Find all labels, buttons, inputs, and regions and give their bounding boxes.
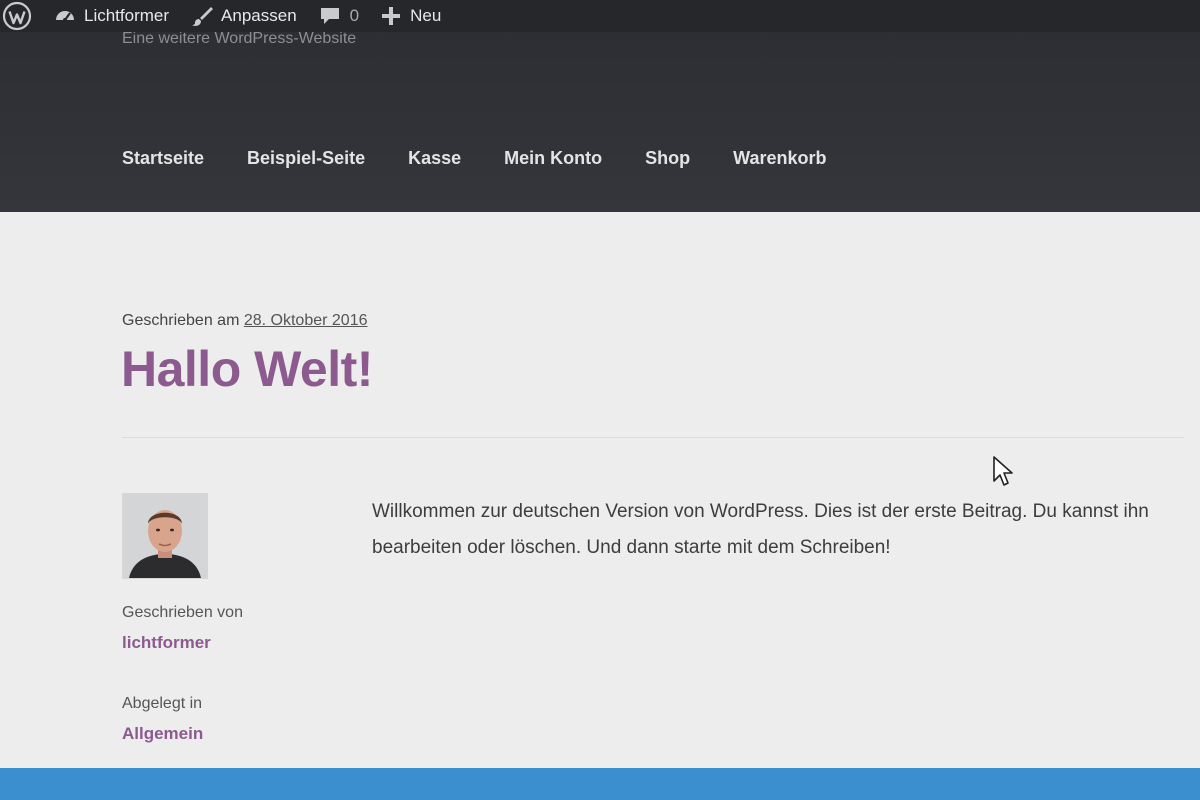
category-link[interactable]: Allgemein xyxy=(122,724,203,744)
author-photo xyxy=(123,494,207,578)
comments-button[interactable]: 0 xyxy=(309,0,371,32)
wordpress-logo-icon xyxy=(2,1,32,31)
paintbrush-icon xyxy=(192,7,214,26)
dashboard-gauge-icon xyxy=(56,11,74,22)
footer-bar xyxy=(0,768,1200,800)
posted-prefix: Geschrieben am xyxy=(122,312,240,329)
page: Eine weitere WordPress-Website Startseit… xyxy=(0,0,1200,800)
main-navigation: Startseite Beispiel-Seite Kasse Mein Kon… xyxy=(122,148,869,169)
nav-item-kasse[interactable]: Kasse xyxy=(408,148,461,169)
mouse-cursor-icon xyxy=(993,456,1013,486)
nav-item-startseite[interactable]: Startseite xyxy=(122,148,204,169)
nav-item-warenkorb[interactable]: Warenkorb xyxy=(733,148,826,169)
post-date-line: Geschrieben am 28. Oktober 2016 xyxy=(122,312,367,330)
comment-bubble-icon xyxy=(320,8,339,24)
admin-bar: Lichtformer Anpassen 0 Neu xyxy=(0,0,1200,32)
plus-icon xyxy=(382,7,401,25)
author-label: Geschrieben von xyxy=(122,604,243,621)
wordpress-menu-button[interactable] xyxy=(0,0,44,32)
nav-item-mein-konto[interactable]: Mein Konto xyxy=(504,148,602,169)
customize-label: Anpassen xyxy=(221,6,297,25)
author-link[interactable]: lichtformer xyxy=(122,633,211,653)
post-title[interactable]: Hallo Welt! xyxy=(121,340,373,398)
post-date-link[interactable]: 28. Oktober 2016 xyxy=(244,312,368,329)
new-content-label: Neu xyxy=(410,6,442,25)
nav-item-shop[interactable]: Shop xyxy=(645,148,690,169)
new-content-button[interactable]: Neu xyxy=(371,0,453,32)
site-name-button[interactable]: Lichtformer xyxy=(44,0,181,32)
post-content: Willkommen zur deutschen Version von Wor… xyxy=(372,501,1149,558)
author-avatar xyxy=(122,493,208,579)
title-divider xyxy=(122,437,1184,438)
nav-item-beispiel-seite[interactable]: Beispiel-Seite xyxy=(247,148,365,169)
comments-count: 0 xyxy=(349,6,360,25)
site-tagline: Eine weitere WordPress-Website xyxy=(122,30,357,47)
customize-button[interactable]: Anpassen xyxy=(181,0,309,32)
category-label: Abgelegt in xyxy=(122,695,203,712)
site-name-label: Lichtformer xyxy=(84,6,170,25)
